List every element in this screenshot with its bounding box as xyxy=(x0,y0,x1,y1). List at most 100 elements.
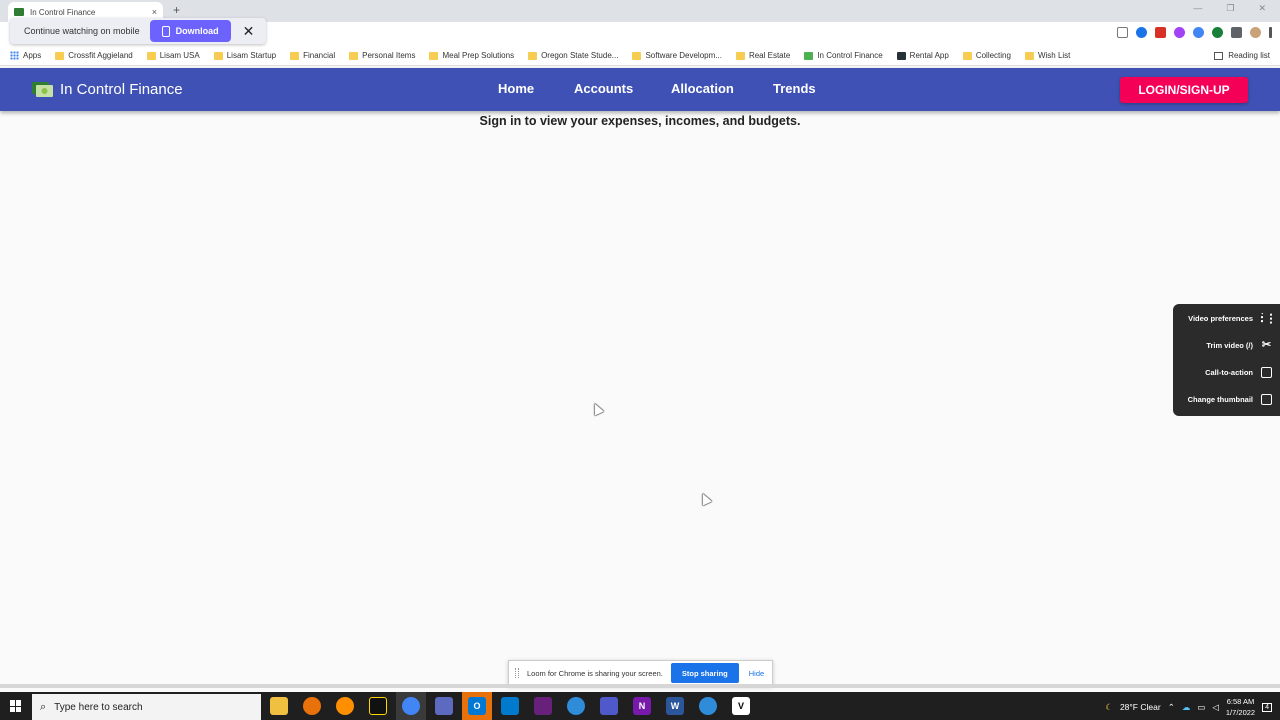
brand-title[interactable]: In Control Finance xyxy=(60,81,183,98)
outlook-icon[interactable]: O xyxy=(468,697,486,715)
folder-icon xyxy=(290,51,300,60)
minimize-button[interactable]: — xyxy=(1193,3,1202,14)
reading-list-label: Reading list xyxy=(1228,51,1270,60)
notification-icon[interactable]: 4 xyxy=(1262,702,1272,712)
extension-icon[interactable] xyxy=(1193,27,1204,38)
bookmark-label: Oregon State Stude... xyxy=(541,51,619,60)
firefox-icon[interactable] xyxy=(303,697,321,715)
menu-icon[interactable] xyxy=(1269,27,1272,38)
nav-home[interactable]: Home xyxy=(498,81,534,96)
change-thumbnail-button[interactable]: Change thumbnail xyxy=(1188,394,1272,405)
speaker-icon[interactable]: ◁ xyxy=(1212,702,1219,713)
bookmark-label: Personal Items xyxy=(362,51,416,60)
folder-icon xyxy=(213,51,223,60)
search-app-icon[interactable] xyxy=(336,697,354,715)
restore-button[interactable]: ❐ xyxy=(1226,3,1234,14)
puzzle-icon[interactable] xyxy=(1231,27,1242,38)
grammarly-icon[interactable] xyxy=(1212,27,1223,38)
bookmark-label: Wish List xyxy=(1037,51,1071,60)
moon-icon: ☾ xyxy=(1105,701,1113,712)
chrome-icon[interactable] xyxy=(402,697,420,715)
clock-date: 1/7/2022 xyxy=(1225,708,1256,717)
bookmark-item[interactable]: Wish List xyxy=(1024,51,1071,60)
app-icon[interactable] xyxy=(699,697,717,715)
share-status-text: Loom for Chrome is sharing your screen. xyxy=(527,668,663,678)
tab-close-icon[interactable]: × xyxy=(152,7,157,17)
cursor-click-icon xyxy=(1261,367,1272,378)
bookmark-item[interactable]: Rental App xyxy=(896,51,949,60)
new-tab-button[interactable]: + xyxy=(173,3,180,17)
bookmark-item[interactable]: Meal Prep Solutions xyxy=(429,51,514,60)
clock[interactable]: 6:58 AM 1/7/2022 xyxy=(1226,696,1255,718)
vscode-icon[interactable] xyxy=(501,697,519,715)
sliders-icon xyxy=(1261,313,1272,324)
word-icon[interactable]: W xyxy=(666,697,684,715)
bookmark-apps[interactable]: Apps xyxy=(10,51,41,60)
teams-icon[interactable] xyxy=(600,697,618,715)
extension-icon[interactable] xyxy=(1174,27,1185,38)
clock-time: 6:58 AM xyxy=(1226,697,1255,706)
drag-handle-icon[interactable] xyxy=(515,668,519,678)
bookmark-item[interactable]: Collecting xyxy=(962,51,1011,60)
bookmark-label: Meal Prep Solutions xyxy=(442,51,515,60)
call-to-action-button[interactable]: Call-to-action xyxy=(1205,367,1272,378)
bookmark-label: Lisam USA xyxy=(159,51,200,60)
bookmark-label: Crossfit Aggieland xyxy=(68,51,133,60)
taskbar-search[interactable]: ⌕ Type here to search xyxy=(32,694,261,720)
bookmark-item[interactable]: Oregon State Stude... xyxy=(528,51,618,60)
image-icon xyxy=(1261,394,1272,405)
reading-list-button[interactable]: Reading list xyxy=(1214,51,1270,60)
bookmark-item[interactable]: Lisam USA xyxy=(146,51,200,60)
star-icon[interactable] xyxy=(1136,27,1147,38)
horizontal-scrollbar[interactable] xyxy=(0,684,1280,688)
bookmark-label: In Control Finance xyxy=(817,51,883,60)
nav-accounts[interactable]: Accounts xyxy=(574,81,633,96)
extension-icon[interactable] xyxy=(1155,27,1166,38)
remote-desktop-icon[interactable] xyxy=(435,697,453,715)
bookmark-item[interactable]: Software Developm... xyxy=(632,51,722,60)
bookmark-label: Rental App xyxy=(909,51,949,60)
bookmark-item[interactable]: In Control Finance xyxy=(804,51,883,60)
hide-button[interactable]: Hide xyxy=(749,669,764,678)
search-icon: ⌕ xyxy=(40,700,47,713)
windows-start-icon[interactable] xyxy=(10,700,22,712)
stop-sharing-button[interactable]: Stop sharing xyxy=(670,663,739,683)
video-preferences-button[interactable]: Video preferences xyxy=(1188,313,1272,324)
bookmark-item[interactable]: Lisam Startup xyxy=(213,51,277,60)
close-icon[interactable]: ✕ xyxy=(243,23,255,40)
folder-icon xyxy=(735,51,745,60)
bookmark-label: Collecting xyxy=(975,51,1011,60)
tab-title: In Control Finance xyxy=(30,7,96,17)
mouse-cursor-icon xyxy=(698,491,712,506)
close-window-button[interactable]: ✕ xyxy=(1258,3,1266,14)
vivaldi-icon[interactable]: V xyxy=(732,697,750,715)
pycharm-icon[interactable] xyxy=(369,697,387,715)
file-explorer-icon[interactable] xyxy=(270,697,288,715)
trim-video-label: Trim video (/) xyxy=(1206,341,1253,350)
nav-allocation[interactable]: Allocation xyxy=(671,81,734,96)
notification-count: 4 xyxy=(1265,703,1269,711)
download-button[interactable]: Download xyxy=(149,20,231,42)
onedrive-icon[interactable]: ☁ xyxy=(1182,702,1191,713)
bookmarks-bar: Apps Crossfit Aggieland Lisam USA Lisam … xyxy=(0,46,1280,66)
avatar[interactable] xyxy=(1250,27,1261,38)
weather-text[interactable]: 28°F Clear xyxy=(1120,702,1161,712)
share-icon[interactable] xyxy=(1117,27,1128,38)
trim-video-button[interactable]: Trim video (/) ✂ xyxy=(1206,340,1272,351)
onenote-icon[interactable]: N xyxy=(633,697,651,715)
visual-studio-icon[interactable] xyxy=(534,697,552,715)
bookmark-item[interactable]: Personal Items xyxy=(349,51,415,60)
app-icon[interactable] xyxy=(567,697,585,715)
bookmark-item[interactable]: Financial xyxy=(290,51,335,60)
bookmark-label: Real Estate xyxy=(748,51,791,60)
chevron-up-icon[interactable]: ⌃ xyxy=(1168,702,1175,713)
folder-icon xyxy=(632,51,642,60)
bookmark-label: Lisam Startup xyxy=(226,51,277,60)
reading-list-icon xyxy=(1214,51,1224,60)
nav-trends[interactable]: Trends xyxy=(773,81,816,96)
network-icon[interactable]: ▭ xyxy=(1197,702,1205,713)
bookmark-item[interactable]: Real Estate xyxy=(735,51,791,60)
login-signup-button[interactable]: LOGIN/SIGN-UP xyxy=(1120,77,1248,103)
video-preferences-label: Video preferences xyxy=(1188,314,1253,323)
bookmark-item[interactable]: Crossfit Aggieland xyxy=(55,51,133,60)
